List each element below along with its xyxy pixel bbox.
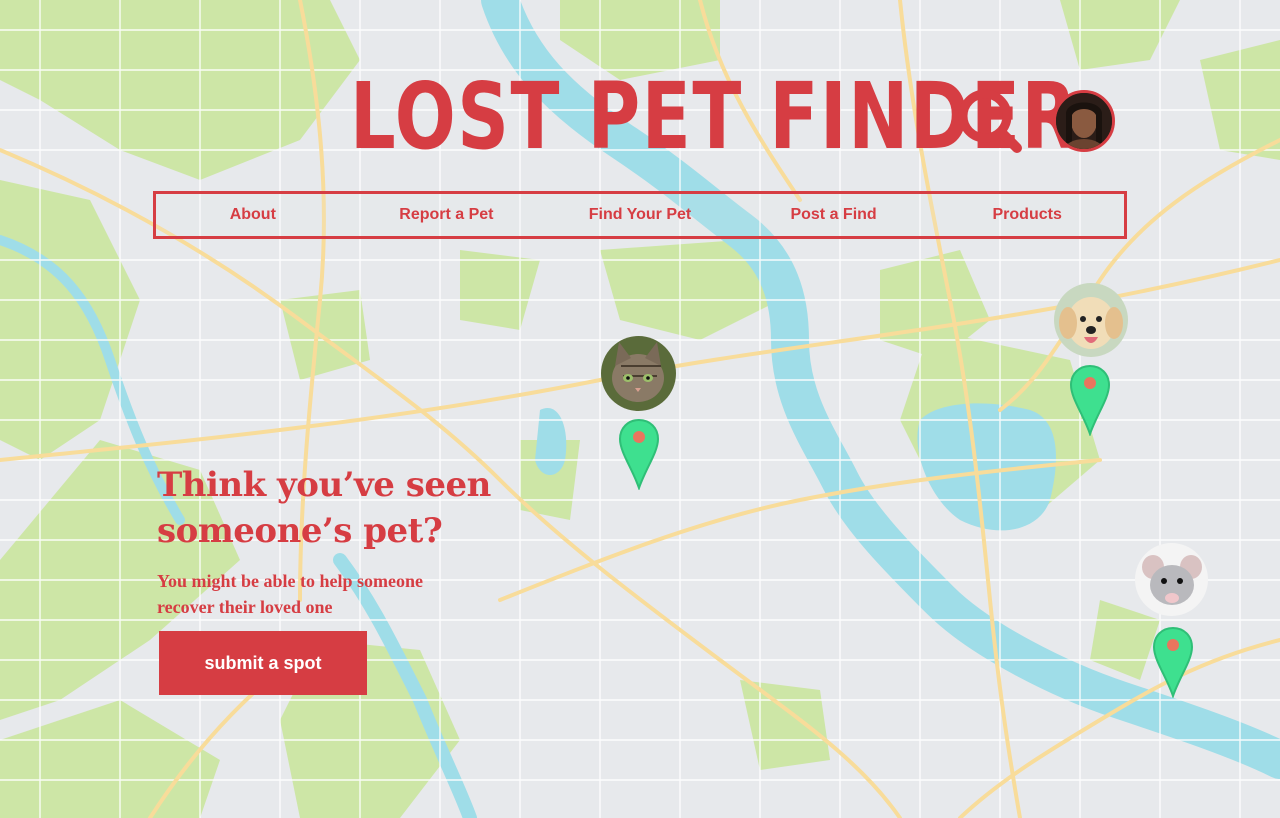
hero-subtitle: You might be able to help someone recove… (157, 568, 517, 620)
site-title: LOST PET FINDER (350, 63, 1079, 170)
cat-icon (601, 336, 676, 411)
nav-report-a-pet[interactable]: Report a Pet (350, 206, 544, 224)
user-avatar-image (1056, 93, 1112, 149)
hero-title-line2: someone’s pet? (157, 511, 443, 551)
cat-photo-marker[interactable] (601, 336, 676, 411)
dog-photo-marker[interactable] (1054, 283, 1128, 357)
rat-photo-marker[interactable] (1135, 543, 1208, 616)
main-nav: About Report a Pet Find Your Pet Post a … (153, 191, 1127, 239)
search-button[interactable] (955, 86, 1027, 158)
dog-icon (1054, 283, 1128, 357)
nav-products[interactable]: Products (930, 206, 1124, 224)
nav-about[interactable]: About (156, 206, 350, 224)
user-avatar[interactable] (1053, 90, 1115, 152)
map-pin-rat[interactable] (1152, 626, 1194, 698)
hero-section: Think you’ve seen someone’s pet? You mig… (157, 462, 517, 620)
nav-find-your-pet[interactable]: Find Your Pet (543, 206, 737, 224)
hero-title-line1: Think you’ve seen (157, 465, 491, 505)
hero-title: Think you’ve seen someone’s pet? (157, 462, 517, 554)
rat-icon (1135, 543, 1208, 616)
submit-spot-button[interactable]: submit a spot (159, 631, 367, 695)
hero-subtitle-line2: recover their loved one (157, 597, 333, 617)
map-pin-cat[interactable] (618, 418, 660, 490)
search-icon (958, 89, 1022, 153)
nav-post-a-find[interactable]: Post a Find (737, 206, 931, 224)
hero-subtitle-line1: You might be able to help someone (157, 571, 424, 591)
map-pin-dog[interactable] (1069, 364, 1111, 436)
